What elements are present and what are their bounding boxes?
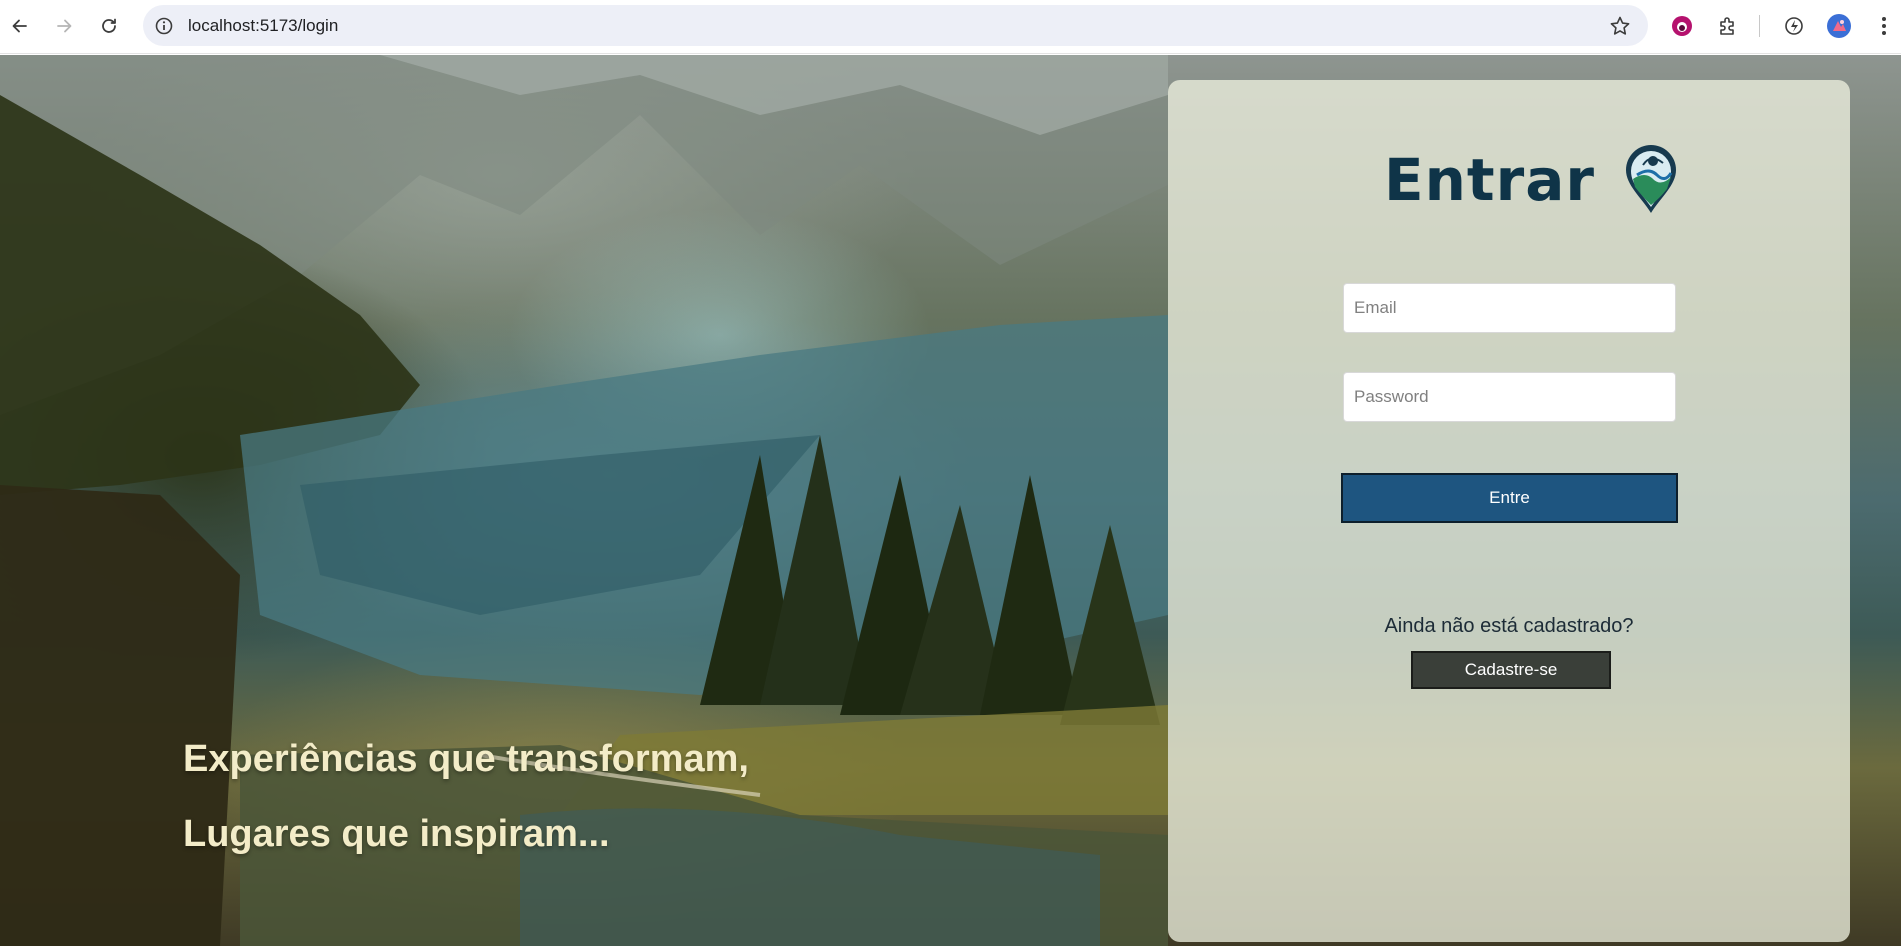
- login-page: Experiências que transformam, Lugares qu…: [0, 55, 1901, 946]
- forward-icon[interactable]: [47, 9, 81, 43]
- puzzle-extensions-icon[interactable]: [1714, 12, 1742, 40]
- signup-prompt: Ainda não está cadastrado?: [1384, 615, 1634, 637]
- bookmark-star-icon[interactable]: [1609, 15, 1631, 37]
- browser-toolbar: localhost:5173/login: [0, 0, 1901, 54]
- performance-icon[interactable]: [1780, 12, 1808, 40]
- hero-tagline-line-2: Lugares que inspiram...: [183, 813, 610, 855]
- login-header: Entrar: [1384, 140, 1679, 220]
- reload-icon[interactable]: [92, 9, 126, 43]
- toolbar-divider: [1759, 15, 1760, 37]
- extension-app-icon[interactable]: [1668, 12, 1696, 40]
- email-field[interactable]: [1343, 283, 1676, 333]
- password-field[interactable]: [1343, 372, 1676, 422]
- kebab-menu-icon[interactable]: [1870, 12, 1898, 40]
- address-bar[interactable]: localhost:5173/login: [143, 5, 1648, 46]
- login-title: Entrar: [1384, 146, 1595, 214]
- login-card: Entrar Entre Ainda não está cadastrado? …: [1168, 80, 1850, 942]
- url-text[interactable]: localhost:5173/login: [188, 5, 338, 46]
- back-icon[interactable]: [3, 9, 37, 43]
- signup-button[interactable]: Cadastre-se: [1411, 651, 1611, 689]
- profile-avatar[interactable]: [1825, 12, 1853, 40]
- hero-tagline-line-1: Experiências que transformam,: [183, 738, 749, 780]
- site-info-icon[interactable]: [153, 15, 175, 37]
- login-submit-button[interactable]: Entre: [1341, 473, 1678, 523]
- map-pin-logo: [1625, 145, 1676, 213]
